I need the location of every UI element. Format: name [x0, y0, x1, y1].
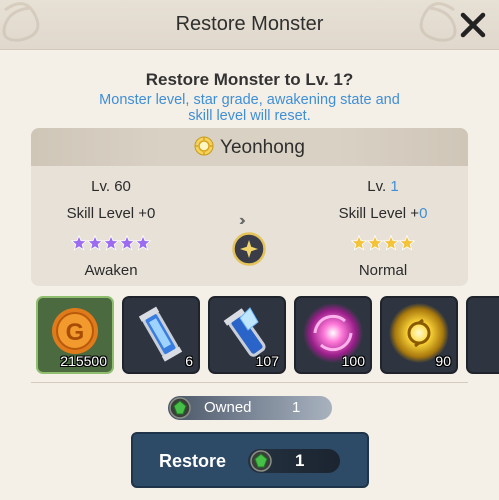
monster-name-row: Yeonhong: [31, 136, 468, 159]
owned-value: 1: [292, 399, 301, 416]
after-level-value: 1: [390, 178, 399, 195]
after-level: Lv. 1: [313, 176, 453, 203]
reward-item-potion[interactable]: 6: [122, 296, 200, 374]
double-chevron-right-icon: ››: [239, 212, 245, 229]
restore-cost-value: 1: [295, 451, 305, 470]
reward-count: 215500: [60, 353, 107, 369]
reward-item-crystal-potion[interactable]: 107: [208, 296, 286, 374]
green-gem-icon: [169, 397, 191, 419]
sun-attribute-icon: [194, 136, 214, 156]
star-icon: [71, 235, 87, 251]
reward-count: 90: [435, 353, 451, 369]
reward-count: 6: [185, 353, 193, 369]
after-skill-value: 0: [419, 205, 428, 222]
after-level-prefix: Lv.: [367, 178, 391, 195]
divider: [31, 382, 468, 383]
after-star-grade: [313, 230, 453, 256]
close-icon[interactable]: [457, 9, 489, 41]
green-gem-icon: [250, 450, 272, 472]
current-level: Lv. 60: [91, 178, 131, 195]
star-icon: [367, 235, 383, 251]
star-icon: [119, 235, 135, 251]
restore-button[interactable]: Restore 1: [131, 432, 369, 488]
comparison-panel: Yeonhong Lv. 60 Skill Level +0 Awaken ››…: [31, 128, 468, 286]
reward-item-gold-orb[interactable]: 90: [380, 296, 458, 374]
title-bar: Restore Monster: [0, 0, 499, 50]
current-star-grade: [41, 230, 181, 256]
restore-cost: 1: [248, 449, 340, 473]
after-skill-prefix: Skill Level +: [338, 205, 420, 222]
dialog-title: Restore Monster: [175, 13, 324, 35]
reward-item-gold[interactable]: G 215500: [36, 296, 114, 374]
reward-item-partial[interactable]: [466, 296, 499, 374]
star-icon: [135, 235, 151, 251]
svg-text:G: G: [66, 319, 85, 346]
owned-label: Owned: [204, 399, 252, 416]
reward-count: 100: [341, 353, 365, 369]
star-icon: [103, 235, 119, 251]
refund-item-list: G 215500 6 107 100 90: [36, 296, 499, 374]
star-icon: [87, 235, 103, 251]
after-skill-level: Skill Level +0: [313, 203, 453, 230]
monster-name-bar: Yeonhong: [31, 128, 468, 166]
current-state: Lv. 60 Skill Level +0 Awaken: [41, 176, 181, 287]
restore-question: Restore Monster to Lv. 1?: [145, 70, 354, 89]
awakening-emblem-icon: [232, 232, 266, 266]
owned-counter: Owned 1: [168, 396, 332, 420]
after-state: Lv. 1 Skill Level +0 Normal: [313, 176, 453, 287]
after-awaken-state: Normal: [358, 262, 408, 279]
star-icon: [383, 235, 399, 251]
reward-count: 107: [255, 353, 279, 369]
current-awaken-state: Awaken: [84, 262, 138, 279]
reward-item-pink-orb[interactable]: 100: [294, 296, 372, 374]
star-icon: [399, 235, 415, 251]
restore-monster-dialog: Restore Monster Restore Monster to Lv. 1…: [0, 0, 499, 500]
current-skill-level: Skill Level +0: [66, 205, 156, 222]
reset-warning: Monster level, star grade, awakening sta…: [99, 92, 400, 124]
restore-label: Restore: [159, 451, 227, 471]
star-icon: [351, 235, 367, 251]
monster-name: Yeonhong: [220, 137, 305, 158]
